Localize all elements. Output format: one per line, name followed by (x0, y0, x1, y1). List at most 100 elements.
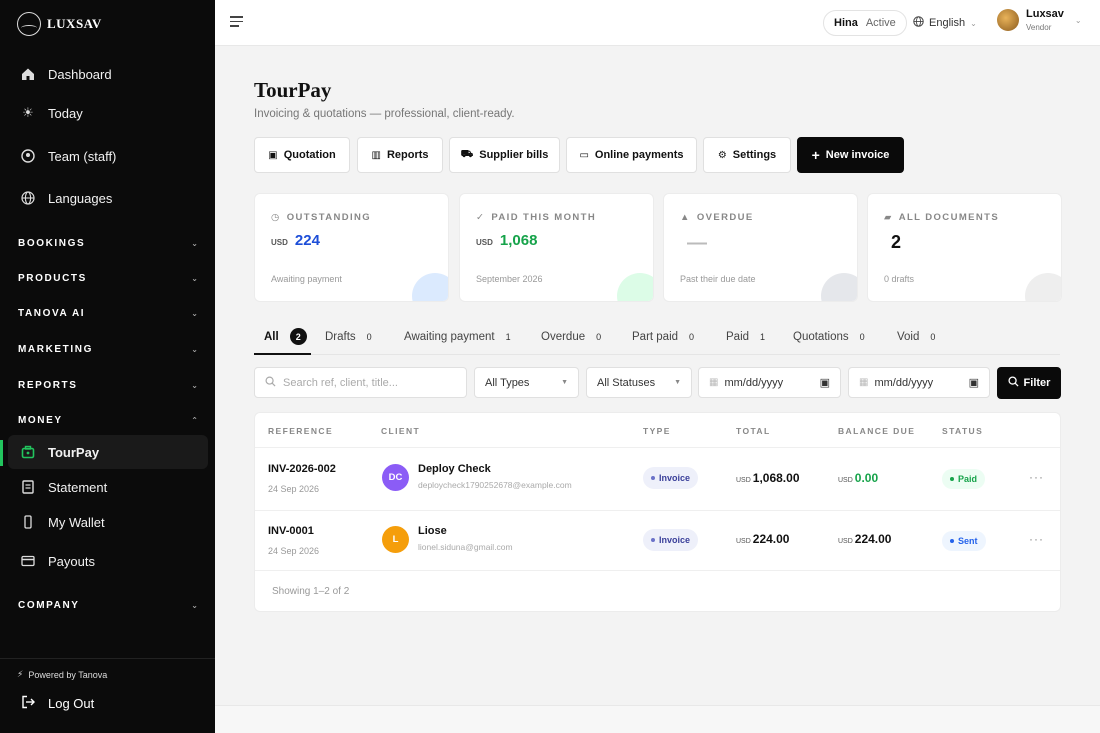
sidebar-section-company[interactable]: COMPANY ⌄ (18, 600, 198, 611)
sidebar-item-label: Languages (48, 190, 113, 206)
stat-value: 224 (294, 232, 320, 249)
settings-button[interactable]: ⚙ Settings (703, 137, 791, 173)
supplier-bills-button[interactable]: ⛟ Supplier bills (449, 137, 560, 173)
column-header[interactable]: STATUS (942, 426, 983, 436)
new-invoice-button[interactable]: + New invoice (797, 137, 904, 173)
button-label: Supplier bills (479, 149, 549, 161)
sidebar-section-bookings[interactable]: BOOKINGS ⌄ (18, 238, 198, 249)
type-label: Invoice (659, 535, 691, 545)
status-badge: Paid (942, 469, 986, 489)
type-select[interactable]: All Types ▼ (474, 367, 579, 398)
tab-quotations[interactable]: Quotations 0 (793, 318, 865, 355)
stat-currency: USD (476, 238, 493, 247)
sidebar-item-payouts[interactable]: Payouts (8, 544, 208, 578)
warning-icon: ▲ (680, 212, 691, 223)
section-label: MONEY (18, 415, 63, 426)
button-label: Quotation (283, 149, 336, 161)
currency: USD (838, 477, 853, 484)
clock-icon: ◷ (271, 212, 281, 223)
search-placeholder: Search ref, client, title... (283, 376, 398, 389)
globe-icon (913, 16, 924, 30)
sidebar-item-label: Payouts (48, 553, 95, 569)
reports-button[interactable]: ▥ Reports (357, 137, 443, 173)
sidebar-section-products[interactable]: PRODUCTS ⌄ (18, 273, 198, 284)
user-name: Luxsav (1026, 8, 1064, 20)
sidebar-item-team[interactable]: Team (staff) (8, 139, 208, 173)
currency: USD (736, 477, 751, 484)
stat-value: 2 (891, 232, 902, 252)
footer-bar (215, 705, 1100, 733)
sidebar-item-tourpay[interactable]: TourPay (8, 435, 208, 469)
amount-value: 0.00 (854, 471, 879, 485)
sidebar-item-label: Today (48, 105, 83, 121)
sidebar-item-dashboard[interactable]: Dashboard (8, 57, 208, 91)
tab-label: Quotations (793, 330, 849, 343)
column-header[interactable]: TOTAL (736, 426, 771, 436)
menu-toggle-icon[interactable] (230, 16, 243, 30)
language-selector[interactable]: English ⌄ (913, 16, 977, 30)
currency: USD (838, 538, 853, 545)
search-input[interactable]: Search ref, client, title... (254, 367, 467, 398)
date-to-input[interactable]: ▦ mm/dd/yyyy ▣ (848, 367, 990, 398)
quotation-icon: ▣ (268, 149, 278, 161)
logo-icon (17, 12, 41, 36)
chevron-down-icon: ⌄ (191, 345, 198, 354)
avatar (997, 9, 1019, 31)
sidebar-item-today[interactable]: ☀ Today (8, 96, 208, 130)
decorative-blob (821, 273, 857, 301)
truck-icon: ⛟ (460, 148, 474, 160)
tab-all[interactable]: All 2 (264, 318, 307, 355)
status-label: Paid (958, 474, 978, 484)
logout-button[interactable]: Log Out (21, 695, 94, 712)
chevron-down-icon: ⌄ (970, 18, 977, 28)
online-payments-button[interactable]: ▭ Online payments (566, 137, 697, 173)
status-badge: Sent (942, 531, 986, 551)
sidebar-section-reports[interactable]: REPORTS ⌄ (18, 380, 198, 391)
card-icon: ▭ (579, 149, 589, 161)
status-text: Active (865, 17, 896, 29)
tab-label: All (264, 330, 279, 343)
status-select[interactable]: All Statuses ▼ (586, 367, 692, 398)
sidebar-item-my-wallet[interactable]: My Wallet (8, 505, 208, 539)
sidebar-item-languages[interactable]: Languages (8, 181, 208, 215)
tab-drafts[interactable]: Drafts 0 (325, 318, 372, 355)
tab-part-paid[interactable]: Part paid 0 (632, 318, 694, 355)
status-pill[interactable]: Hina Active (823, 10, 907, 36)
amount-value: 224.00 (854, 532, 892, 546)
invoice-date: 24 Sep 2026 (268, 484, 320, 494)
more-options-icon[interactable]: ··· (1029, 532, 1044, 546)
language-label: English (929, 17, 966, 29)
column-header[interactable]: CLIENT (381, 426, 420, 436)
brand-logo[interactable]: LUXSAV (17, 12, 102, 36)
powered-by: ⚡ Powered by Tanova (17, 669, 107, 680)
client-avatar: DC (382, 464, 409, 491)
chevron-up-icon: ⌃ (191, 416, 198, 425)
tab-overdue[interactable]: Overdue 0 (541, 318, 601, 355)
tab-paid[interactable]: Paid 1 (726, 318, 765, 355)
tab-count: 1 (505, 331, 511, 342)
sidebar-section-money[interactable]: MONEY ⌃ (18, 415, 198, 426)
phone-icon (21, 515, 35, 529)
calendar-picker-icon: ▣ (968, 377, 979, 389)
chevron-down-icon: ⌄ (1074, 15, 1082, 25)
sidebar-section-marketing[interactable]: MARKETING ⌄ (18, 344, 198, 355)
document-icon (21, 480, 35, 494)
date-from-input[interactable]: ▦ mm/dd/yyyy ▣ (698, 367, 841, 398)
filter-label: Filter (1023, 377, 1051, 389)
client-name: Liose (418, 525, 447, 537)
tab-awaiting-payment[interactable]: Awaiting payment 1 (404, 318, 511, 355)
sidebar-item-statement[interactable]: Statement (8, 470, 208, 504)
stat-title: ALL DOCUMENTS (898, 212, 1000, 223)
column-header[interactable]: BALANCE DUE (838, 426, 915, 436)
column-header[interactable]: REFERENCE (268, 426, 333, 436)
tab-void[interactable]: Void 0 (897, 318, 935, 355)
quotation-button[interactable]: ▣ Quotation (254, 137, 350, 173)
invoice-reference[interactable]: INV-2026-002 (268, 463, 336, 475)
more-options-icon[interactable]: ··· (1029, 470, 1044, 484)
column-header[interactable]: TYPE (643, 426, 671, 436)
user-menu[interactable]: Luxsav Vendor ⌄ (997, 8, 1082, 32)
sidebar-section-tanova-ai[interactable]: TANOVA AI ⌄ (18, 308, 198, 319)
section-label: TANOVA AI (18, 308, 86, 319)
filter-button[interactable]: Filter (997, 367, 1061, 399)
invoice-reference[interactable]: INV-0001 (268, 525, 314, 537)
